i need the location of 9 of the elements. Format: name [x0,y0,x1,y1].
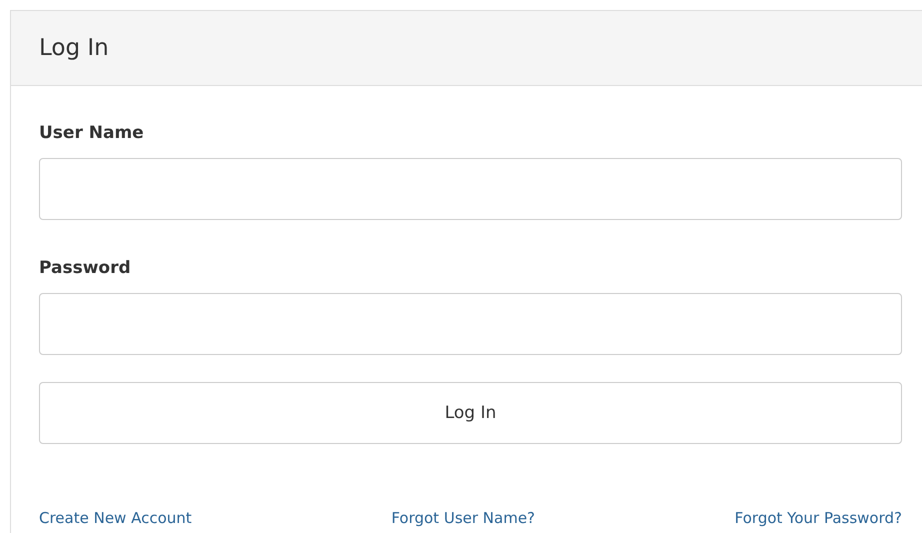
field-label: Password [39,257,131,280]
input-field[interactable] [39,158,902,220]
account-link[interactable]: Forgot User Name? [391,508,536,528]
field-label: User Name [39,122,144,145]
account-link[interactable]: Forgot Your Password? [734,508,902,528]
login-button[interactable]: Log In [39,382,902,444]
input-field[interactable] [39,293,902,355]
account-link[interactable]: Create New Account [39,508,192,528]
panel-title: Log In [39,35,109,61]
